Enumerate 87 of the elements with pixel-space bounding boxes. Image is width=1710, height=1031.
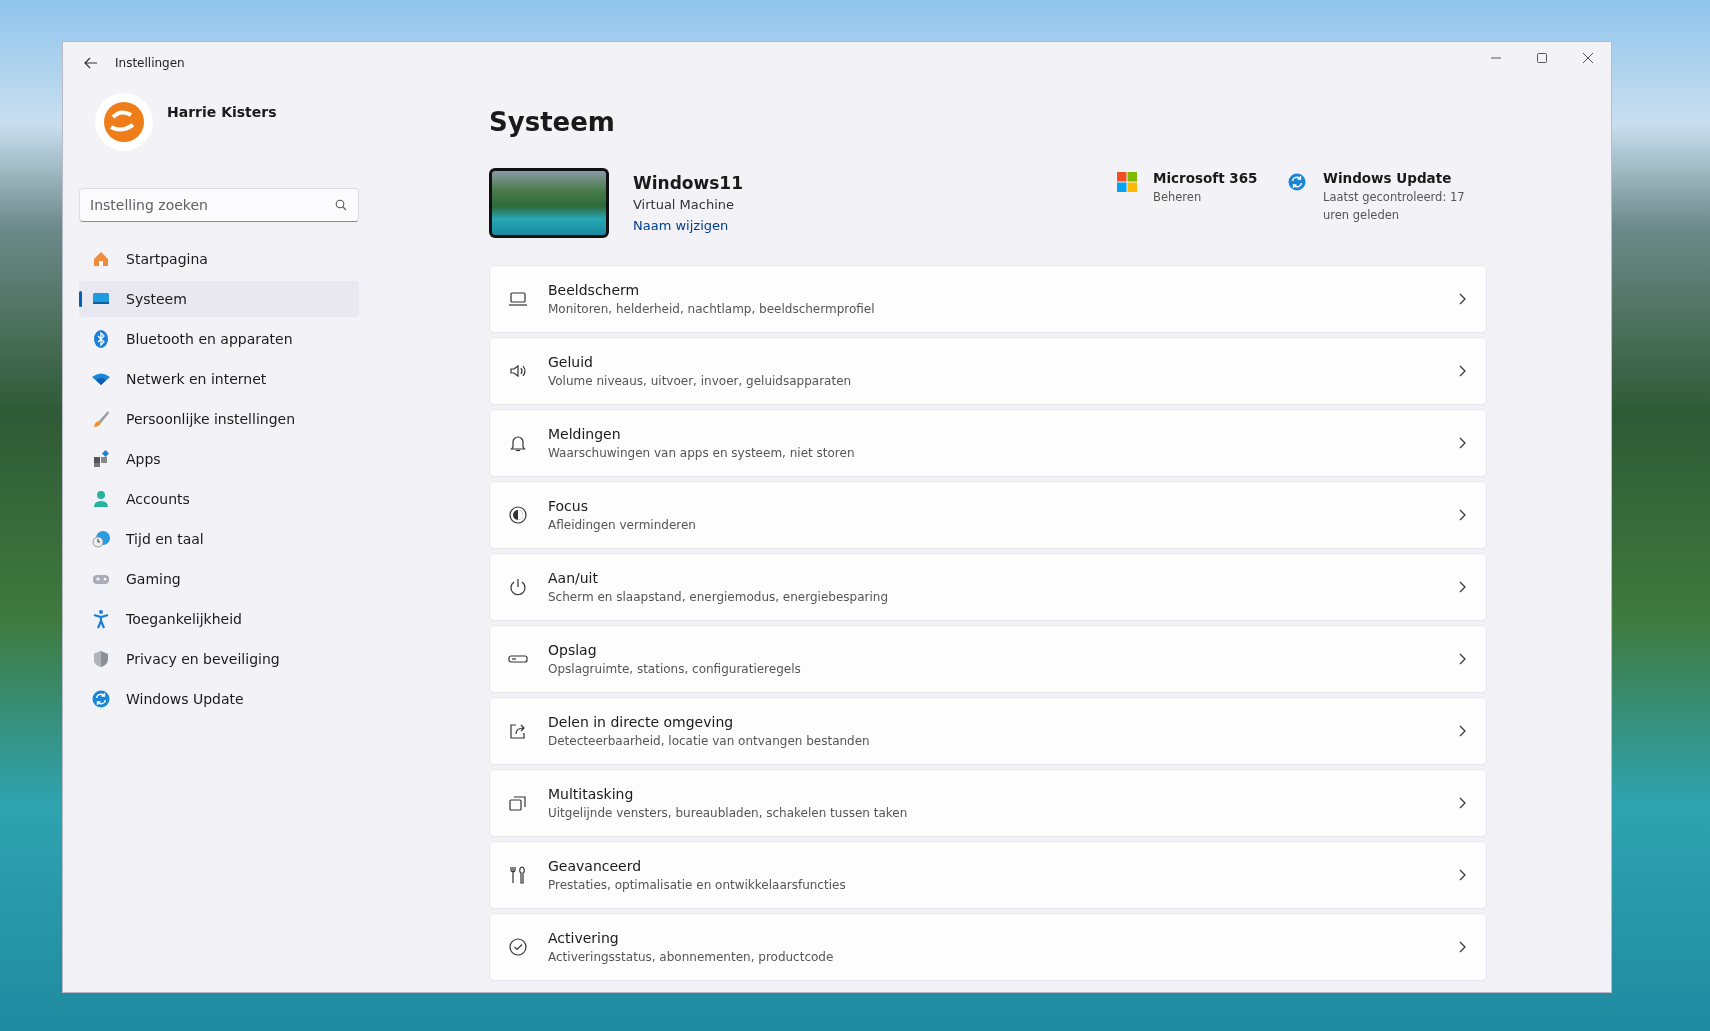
chevron-right-icon bbox=[1459, 581, 1466, 593]
bluetooth-icon bbox=[91, 329, 111, 349]
card-description: Opslagruimte, stations, configuratieregels bbox=[548, 661, 802, 678]
sidebar-item[interactable]: Persoonlijke instellingen bbox=[79, 401, 359, 437]
card-description: Detecteerbaarheid, locatie van ontvangen bestanden bbox=[548, 733, 871, 750]
sidebar-item[interactable]: Gaming bbox=[79, 561, 359, 597]
card-title: Opslag bbox=[548, 641, 598, 660]
user-name: Harrie Kisters bbox=[167, 104, 277, 120]
sidebar-item[interactable]: Bluetooth en apparaten bbox=[79, 321, 359, 357]
close-icon bbox=[1583, 53, 1593, 63]
settings-card[interactable]: Delen in directe omgeving Detecteerbaarheid, locatie van ontvangen bestanden bbox=[489, 697, 1487, 765]
sync-icon bbox=[91, 689, 111, 709]
card-description: Monitoren, helderheid, nachtlamp, beeldschermprofiel bbox=[548, 301, 876, 318]
settings-card[interactable]: Multitasking Uitgelijnde vensters, bureaubladen, schakelen tussen taken bbox=[489, 769, 1487, 837]
device-name: Windows11 bbox=[633, 172, 743, 195]
sidebar-item[interactable]: Startpagina bbox=[79, 241, 359, 277]
sidebar-item[interactable]: Privacy en beveiliging bbox=[79, 641, 359, 677]
card-title: Geavanceerd bbox=[548, 857, 643, 876]
accessibility-icon bbox=[91, 609, 111, 629]
page-title: Systeem bbox=[489, 106, 616, 139]
sidebar-item[interactable]: Systeem bbox=[79, 281, 359, 317]
back-arrow-icon bbox=[84, 57, 98, 69]
sidebar-item[interactable]: Accounts bbox=[79, 481, 359, 517]
sync-icon bbox=[1287, 172, 1307, 192]
card-title: Meldingen bbox=[548, 425, 622, 444]
card-title: Beeldscherm bbox=[548, 281, 641, 300]
avatar-logo-icon bbox=[95, 93, 153, 151]
settings-card[interactable]: Opslag Opslagruimte, stations, configuratieregels bbox=[489, 625, 1487, 693]
device-type: Virtual Machine bbox=[633, 196, 736, 214]
settings-card[interactable]: Beeldscherm Monitoren, helderheid, nachtlamp, beeldschermprofiel bbox=[489, 265, 1487, 333]
settings-card[interactable]: Focus Afleidingen verminderen bbox=[489, 481, 1487, 549]
bell-icon bbox=[508, 433, 528, 453]
chevron-right-icon bbox=[1459, 941, 1466, 953]
card-title: Aan/uit bbox=[548, 569, 599, 588]
chevron-right-icon bbox=[1459, 509, 1466, 521]
chevron-right-icon bbox=[1459, 653, 1466, 665]
search-field[interactable]: Instelling zoeken bbox=[79, 188, 359, 222]
power-icon bbox=[508, 577, 528, 597]
checkmark-circle-icon bbox=[508, 937, 528, 957]
card-title: Activering bbox=[548, 929, 620, 948]
quick-link-subtitle: Laatst gecontroleerd: 17 uren geleden bbox=[1323, 189, 1466, 224]
share-icon bbox=[508, 721, 528, 741]
card-description: Waarschuwingen van apps en systeem, niet storen bbox=[548, 445, 856, 462]
sidebar-item[interactable]: Netwerk en internet bbox=[79, 361, 359, 397]
card-description: Volume niveaus, uitvoer, invoer, geluidsapparaten bbox=[548, 373, 853, 390]
quick-link-title[interactable]: Windows Update bbox=[1323, 168, 1487, 188]
settings-card[interactable]: Meldingen Waarschuwingen van apps en systeem, niet storen bbox=[489, 409, 1487, 477]
card-description: Afleidingen verminderen bbox=[548, 517, 697, 534]
sidebar-item[interactable]: Toegankelijkheid bbox=[79, 601, 359, 637]
globe-clock-icon bbox=[91, 529, 111, 549]
card-description: Prestaties, optimalisatie en ontwikkelaarsfuncties bbox=[548, 877, 847, 894]
chevron-right-icon bbox=[1459, 869, 1466, 881]
card-description: Scherm en slaapstand, energiemodus, energiebesparing bbox=[548, 589, 889, 606]
sidebar-item[interactable]: Windows Update bbox=[79, 681, 359, 717]
apps-icon bbox=[91, 449, 111, 469]
focus-icon bbox=[508, 505, 528, 525]
window-title: Instellingen bbox=[115, 56, 185, 70]
chevron-right-icon bbox=[1459, 437, 1466, 449]
chevron-right-icon bbox=[1459, 797, 1466, 809]
windows-stack-icon bbox=[508, 793, 528, 813]
card-title: Geluid bbox=[548, 353, 594, 372]
person-icon bbox=[91, 489, 111, 509]
chevron-right-icon bbox=[1459, 725, 1466, 737]
house-icon bbox=[91, 249, 111, 269]
microsoft-logo-icon bbox=[1117, 172, 1137, 192]
paintbrush-icon bbox=[91, 409, 111, 429]
tools-icon bbox=[508, 865, 528, 885]
settings-card[interactable]: Activering Activeringsstatus, abonnementen, productcode bbox=[489, 913, 1487, 981]
search-icon bbox=[335, 199, 347, 211]
shield-icon bbox=[91, 649, 111, 669]
quick-link-title[interactable]: Microsoft 365 bbox=[1153, 168, 1258, 188]
chevron-right-icon bbox=[1459, 365, 1466, 377]
maximize-icon bbox=[1537, 53, 1547, 63]
card-description: Activeringsstatus, abonnementen, productcode bbox=[548, 949, 835, 966]
settings-card[interactable]: Geavanceerd Prestaties, optimalisatie en ontwikkelaarsfuncties bbox=[489, 841, 1487, 909]
settings-card[interactable]: Aan/uit Scherm en slaapstand, energiemodus, energiebesparing bbox=[489, 553, 1487, 621]
quick-link-subtitle: Beheren bbox=[1153, 189, 1203, 206]
card-title: Multitasking bbox=[548, 785, 635, 804]
card-title: Focus bbox=[548, 497, 589, 516]
settings-card[interactable]: Geluid Volume niveaus, uitvoer, invoer, geluidsapparaten bbox=[489, 337, 1487, 405]
sidebar-item[interactable]: Apps bbox=[79, 441, 359, 477]
rename-link[interactable]: Naam wijzigen bbox=[633, 215, 743, 237]
laptop-icon bbox=[508, 289, 528, 309]
card-title: Delen in directe omgeving bbox=[548, 713, 735, 732]
chevron-right-icon bbox=[1459, 293, 1466, 305]
card-description: Uitgelijnde vensters, bureaubladen, schakelen tussen taken bbox=[548, 805, 909, 822]
sidebar-item[interactable]: Tijd en taal bbox=[79, 521, 359, 557]
